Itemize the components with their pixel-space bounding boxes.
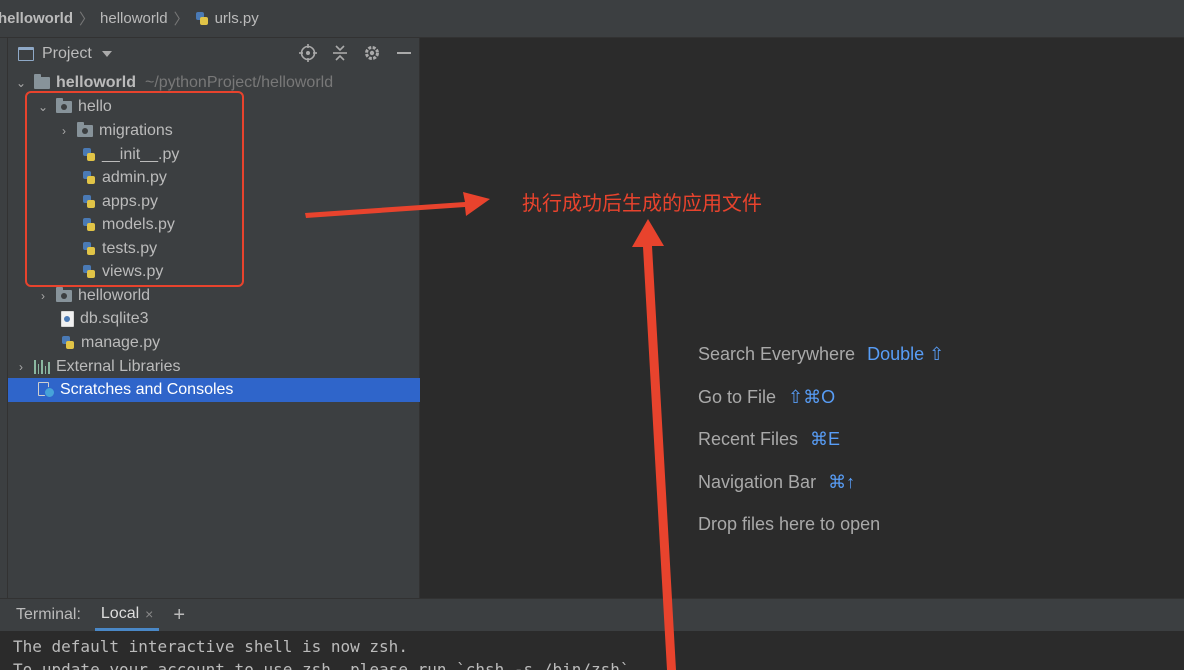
chevron-right-icon[interactable]: › — [36, 289, 50, 303]
project-panel-header: Project — [8, 38, 419, 70]
chevron-right-icon[interactable]: › — [14, 360, 28, 374]
hint-navigation-bar: Navigation Bar ⌘↑ — [698, 472, 855, 493]
breadcrumb-project[interactable]: helloworld — [0, 10, 73, 27]
tab-local[interactable]: Local × — [94, 599, 160, 631]
tree-item-scratches-and-consoles[interactable]: Scratches and Consoles — [8, 378, 420, 402]
hint-recent-files: Recent Files ⌘E — [698, 429, 840, 450]
terminal-panel: Terminal: Local × + The default interact… — [0, 598, 1184, 670]
hint-shortcut: ⌘E — [810, 429, 841, 449]
hint-label: Go to File — [698, 387, 777, 407]
tree-item-label: helloworld — [56, 74, 136, 91]
breadcrumb-file-label: urls.py — [214, 10, 259, 27]
chevron-down-icon[interactable]: ⌄ — [14, 76, 28, 90]
chevron-down-icon[interactable] — [101, 51, 112, 57]
tree-item-label: helloworld — [78, 287, 151, 304]
hint-search-everywhere: Search Everywhere Double ⇧ — [698, 344, 944, 365]
hint-label: Navigation Bar — [698, 472, 817, 492]
python-file-icon — [61, 335, 75, 351]
hint-label: Recent Files — [698, 429, 799, 449]
tree-item-db-sqlite3[interactable]: db.sqlite3 — [8, 307, 420, 331]
tree-item-label: manage.py — [81, 334, 161, 351]
minimize-icon[interactable] — [395, 44, 413, 62]
terminal-label: Terminal: — [16, 606, 81, 623]
tree-item-path: ~/pythonProject/helloworld — [145, 74, 334, 91]
hint-drop-files: Drop files here to open — [698, 514, 880, 535]
left-tool-strip — [0, 38, 8, 598]
tree-item-manage-py[interactable]: manage.py — [8, 331, 420, 355]
project-window-icon — [18, 47, 34, 61]
tree-item-helloworld-package[interactable]: › helloworld — [8, 284, 420, 308]
hint-go-to-file: Go to File ⇧⌘O — [698, 387, 835, 408]
hint-label: Drop files here to open — [698, 514, 881, 534]
tree-item-label: db.sqlite3 — [80, 310, 149, 327]
terminal-tab-bar: Terminal: Local × + — [0, 599, 1184, 631]
library-icon — [34, 360, 50, 374]
annotation-highlight-box — [25, 91, 244, 287]
terminal-output-line: To update your account to use zsh, pleas… — [13, 660, 640, 670]
locate-file-icon[interactable] — [299, 44, 317, 62]
folder-icon — [34, 74, 50, 89]
python-file-icon — [195, 11, 209, 27]
tree-item-label: External Libraries — [56, 358, 181, 375]
hint-shortcut: ⌘↑ — [828, 472, 856, 492]
collapse-all-icon[interactable] — [331, 44, 349, 62]
tree-item-label: Scratches and Consoles — [60, 381, 234, 398]
breadcrumb-file[interactable]: urls.py — [195, 10, 259, 27]
database-file-icon — [61, 311, 74, 327]
hint-shortcut: ⇧⌘O — [788, 387, 836, 407]
breadcrumb-separator: 〉 — [173, 11, 189, 28]
scratches-icon — [38, 382, 56, 398]
breadcrumb-folder[interactable]: helloworld — [100, 10, 168, 27]
annotation-text: 执行成功后生成的应用文件 — [522, 191, 762, 215]
breadcrumb-separator: 〉 — [79, 11, 95, 28]
close-icon[interactable]: × — [145, 606, 153, 622]
package-folder-icon — [56, 287, 72, 302]
gear-icon[interactable] — [363, 44, 381, 62]
hint-label: Search Everywhere — [698, 344, 856, 364]
add-tab-icon[interactable]: + — [173, 604, 185, 627]
hint-shortcut: Double ⇧ — [867, 344, 945, 364]
project-view-selector[interactable]: Project — [42, 45, 92, 63]
terminal-output-line: The default interactive shell is now zsh… — [13, 637, 408, 656]
tab-label: Local — [100, 604, 140, 622]
tree-item-external-libraries[interactable]: › External Libraries — [8, 355, 420, 379]
navigation-bar: helloworld 〉 helloworld 〉 urls.py — [0, 0, 1184, 38]
